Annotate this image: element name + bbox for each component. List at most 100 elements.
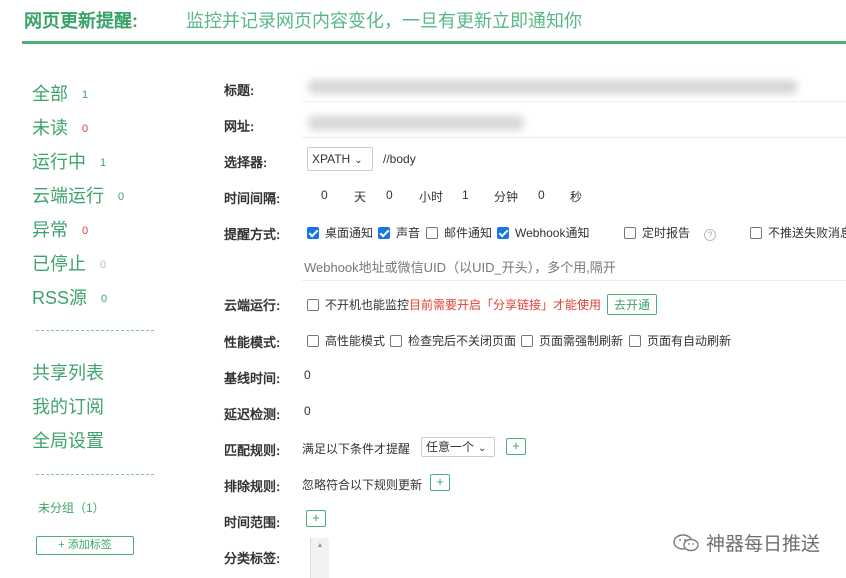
checkbox-empty-icon [624,227,636,239]
enable-cloud-button[interactable]: 去开通 [607,294,658,315]
add-match-rule-button[interactable]: + [506,438,526,455]
days-input[interactable]: 0 [321,188,328,202]
cloud-row: 云端运行: 不开机也能监控目前需要开启「分享链接」才能使用 去开通 [190,285,846,321]
title-row: 标题: [190,72,846,108]
time-range-label: 时间范围: [224,515,281,530]
checkbox-checked-icon [497,227,509,239]
option-label: 定时报告 [642,226,691,240]
url-input[interactable] [302,110,846,138]
checkbox-empty-icon [307,335,319,347]
seconds-input[interactable]: 0 [538,188,545,202]
title-input[interactable] [302,74,846,102]
sidebar-item-label: RSS源 [32,288,88,308]
add-exclude-rule-button[interactable]: + [430,474,450,491]
add-time-range-button[interactable]: + [306,510,326,527]
count-badge: 0 [100,259,107,272]
url-row: 网址: [190,108,846,144]
count-badge: 1 [100,157,107,170]
option-label: 不推送失败消息 [768,226,846,240]
sidebar-item-label: 异常 [32,220,68,240]
count-badge: 1 [82,89,89,102]
app-header: 网页更新提醒: 监控并记录网页内容变化，一旦有更新立即通知你 [22,0,846,44]
wechat-icon [673,534,699,552]
baseline-input[interactable]: 0 [304,368,311,382]
sidebar-item-cloud[interactable]: 云端运行 0 [32,182,124,208]
webhook-notify-checkbox[interactable]: Webhook通知 [497,224,589,241]
keep-page-open-checkbox[interactable]: 检查完后不关闭页面 [390,332,516,349]
minutes-unit: 分钟 [494,190,519,204]
match-mode-select[interactable]: 任意一个 ⌄ [421,437,495,457]
hours-unit: 小时 [419,190,444,204]
checkbox-empty-icon [750,227,762,239]
auto-refresh-checkbox[interactable]: 页面有自动刷新 [629,332,731,349]
sidebar-item-unread[interactable]: 未读 0 [32,114,88,140]
blurred-url-text [308,116,524,130]
sidebar-item-label: 全部 [32,84,68,104]
option-label: 页面需强制刷新 [539,334,624,348]
selector-label: 选择器: [224,155,268,170]
email-notify-checkbox[interactable]: 邮件通知 [426,224,492,241]
blurred-title-text [308,80,798,94]
option-label: 高性能模式 [325,334,386,348]
watermark-text: 神器每日推送 [705,534,820,555]
match-description: 满足以下条件才提醒 [302,442,411,456]
category-tag-list[interactable]: ▲ [310,538,329,578]
sidebar-divider [36,330,154,331]
sidebar-item-label: 运行中 [32,152,86,172]
cloud-label: 云端运行: [224,298,281,313]
sound-checkbox[interactable]: 声音 [378,224,420,241]
watermark: 神器每日推送 [672,529,820,556]
chevron-down-icon: ⌄ [354,155,363,166]
baseline-label: 基线时间: [224,371,281,386]
minutes-input[interactable]: 1 [462,188,469,202]
checkbox-checked-icon [378,227,390,239]
delay-input[interactable]: 0 [304,404,311,418]
option-label: 检查完后不关闭页面 [408,334,517,348]
option-label: 声音 [396,226,421,240]
count-badge: 0 [118,191,125,204]
sidebar-item-running[interactable]: 运行中 1 [32,148,106,174]
option-label: 邮件通知 [444,226,493,240]
scroll-up-icon[interactable]: ▲ [311,542,329,549]
delay-row: 延迟检测: 0 [190,396,846,432]
sidebar-item-rss[interactable]: RSS源 0 [32,284,107,310]
option-label: 桌面通知 [325,226,374,240]
sidebar-item-my-subscriptions[interactable]: 我的订阅 [32,393,104,419]
force-refresh-checkbox[interactable]: 页面需强制刷新 [521,332,623,349]
app-brand: 网页更新提醒: [24,11,138,31]
checkbox-empty-icon [390,335,402,347]
sidebar-item-shared-list[interactable]: 共享列表 [32,359,104,385]
match-label: 匹配规则: [224,443,281,458]
monitor-form: 标题: 网址: 选择器: XPATH ⌄ //body 时间间隔: 0 天 0 小… [190,44,846,578]
webhook-input[interactable]: Webhook地址或微信UID（以UID_开头），多个用,隔开 [302,251,846,281]
interval-row: 时间间隔: 0 天 0 小时 1 分钟 0 秒 [190,180,846,216]
help-icon[interactable]: ? [704,229,717,241]
notify-label: 提醒方式: [224,227,281,242]
desktop-notify-checkbox[interactable]: 桌面通知 [307,224,373,241]
category-label: 分类标签: [224,551,281,566]
count-badge: 0 [101,293,108,306]
scheduled-report-checkbox[interactable]: 定时报告? [624,224,717,241]
sidebar-item-error[interactable]: 异常 0 [32,216,88,242]
sidebar-item-stopped[interactable]: 已停止 0 [32,250,106,276]
match-mode-value: 任意一个 [426,440,475,454]
selector-type-value: XPATH [312,152,351,166]
add-tag-button[interactable]: + 添加标签 [36,536,134,555]
sidebar-item-global-settings[interactable]: 全局设置 [32,427,104,453]
checkbox-empty-icon [629,335,641,347]
sidebar-divider [36,474,154,475]
cloud-run-checkbox[interactable]: 不开机也能监控目前需要开启「分享链接」才能使用 去开通 [307,294,658,315]
selector-expression[interactable]: //body [383,152,416,166]
checkbox-empty-icon [521,335,533,347]
sidebar-item-label: 已停止 [32,254,86,274]
selector-type-select[interactable]: XPATH ⌄ [307,147,373,171]
sidebar-item-all[interactable]: 全部 1 [32,80,88,106]
exclude-label: 排除规则: [224,479,281,494]
sidebar-group-ungrouped[interactable]: 未分组（1） [38,499,105,516]
chevron-down-icon: ⌄ [478,443,487,454]
no-failure-push-checkbox[interactable]: 不推送失败消息 [750,224,846,241]
match-row: 匹配规则: 满足以下条件才提醒 任意一个 ⌄ + [190,432,846,468]
high-performance-checkbox[interactable]: 高性能模式 [307,332,385,349]
hours-input[interactable]: 0 [386,188,393,202]
performance-row: 性能模式: 高性能模式 检查完后不关闭页面 页面需强制刷新 页面有自动刷新 [190,324,846,360]
